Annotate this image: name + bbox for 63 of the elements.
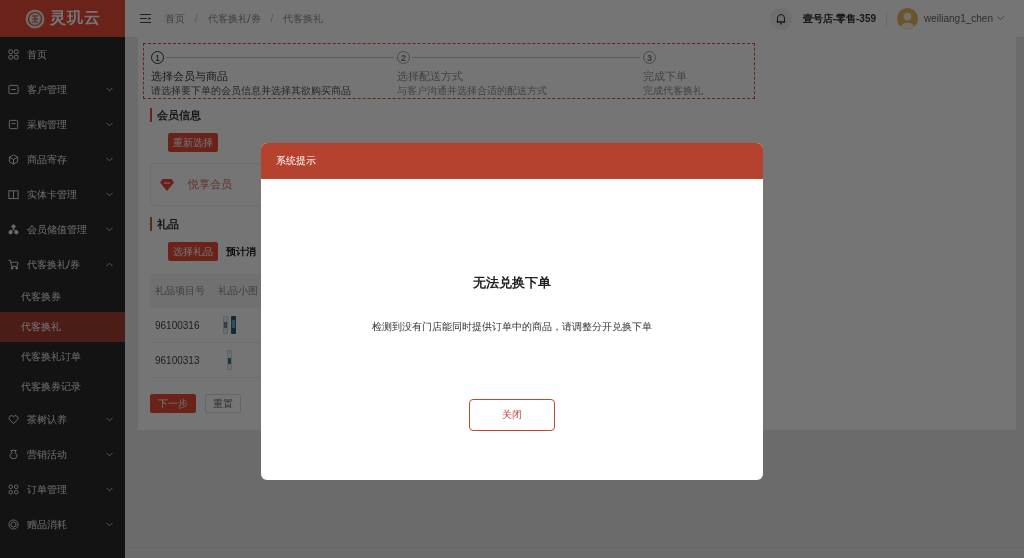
card-icon [8,84,19,95]
sidebar-item[interactable]: 商品寄存 [8,152,67,167]
table-cell-text: 96100313 [154,354,201,366]
chevron-down-icon[interactable] [106,87,113,92]
product-photo [227,350,232,370]
chevron-down-icon[interactable] [106,487,113,492]
chevron-down-icon [997,16,1004,21]
menu-fold-icon[interactable] [140,14,151,23]
heart-icon [8,414,19,425]
dialog-title: 系统提示 [276,154,316,168]
sidebar-subitem[interactable]: 代客换券 [21,290,61,304]
diamond-icon [160,178,174,191]
user-menu[interactable]: weiliang1_chen [924,13,1004,24]
grid-icon [8,49,19,60]
box-icon [8,119,19,130]
sidebar-subitem[interactable]: 代客换礼订单 [21,350,81,364]
step-description: 请选择要下单的会员信息并选择其欲购买商品 [151,85,352,97]
book-icon [8,189,19,200]
breadcrumb-separator: / [270,13,274,24]
avatar-icon [897,8,919,29]
sidebar-item[interactable]: 会员储值管理 [8,222,87,237]
org-chart-icon [8,224,19,235]
section-title: 会员信息 [150,108,201,122]
table-cell-text: 96100316 [154,319,201,331]
chevron-down-icon[interactable] [106,417,113,422]
sidebar-subitem[interactable]: 代客换礼 [21,320,61,334]
sidebar-item[interactable]: 营销活动 [8,447,67,462]
cube-icon [8,154,19,165]
chevron-down-icon[interactable] [106,227,113,232]
sidebar-item[interactable]: 茶树认养 [8,412,67,427]
sidebar-item[interactable]: 客户管理 [8,82,67,97]
dialog-message: 检测到没有门店能同时提供订单中的商品，请调整分开兑换下单 [372,321,652,333]
chevron-up-icon[interactable] [106,262,113,267]
section-title: 礼品 [150,217,179,231]
dialog-heading: 无法兑换下单 [473,275,551,291]
select-gift-button[interactable]: 选择礼品 [168,242,218,261]
sidebar-item[interactable]: 首页 [8,47,47,62]
chevron-down-icon[interactable] [106,522,113,527]
sidebar-subitem[interactable]: 代客换券记录 [21,380,81,394]
chevron-down-icon[interactable] [106,157,113,162]
product-photo [223,316,236,334]
chevron-down-icon[interactable] [106,452,113,457]
estimate-label: 预计消 [226,244,256,259]
sidebar-item[interactable]: 赠品消耗 [8,517,67,532]
cart-icon [8,259,19,270]
breadcrumb-separator: / [195,13,198,24]
chevron-down-icon[interactable] [106,122,113,127]
member-level: 悦享会员 [188,177,232,192]
reselect-button[interactable]: 重新选择 [168,133,218,152]
close-button[interactable]: 关闭 [469,399,555,431]
sidebar-item[interactable]: 实体卡管理 [8,187,77,202]
seal-icon [24,8,45,29]
sidebar-item[interactable]: 订单管理 [8,482,67,497]
step-title: 选择会员与商品 [151,69,229,83]
chevron-down-icon[interactable] [106,192,113,197]
sidebar-item[interactable]: 采购管理 [8,117,67,132]
pouch-icon [8,449,19,460]
store-name: 壹号店-零售-359 [802,11,877,26]
hexagon-circle-icon [8,519,19,530]
sidebar-item[interactable]: 代客换礼/券 [8,257,80,272]
rounded-grid-icon [8,484,19,495]
bell-icon[interactable] [769,7,792,30]
logo-text: 灵玑云 [49,8,101,28]
